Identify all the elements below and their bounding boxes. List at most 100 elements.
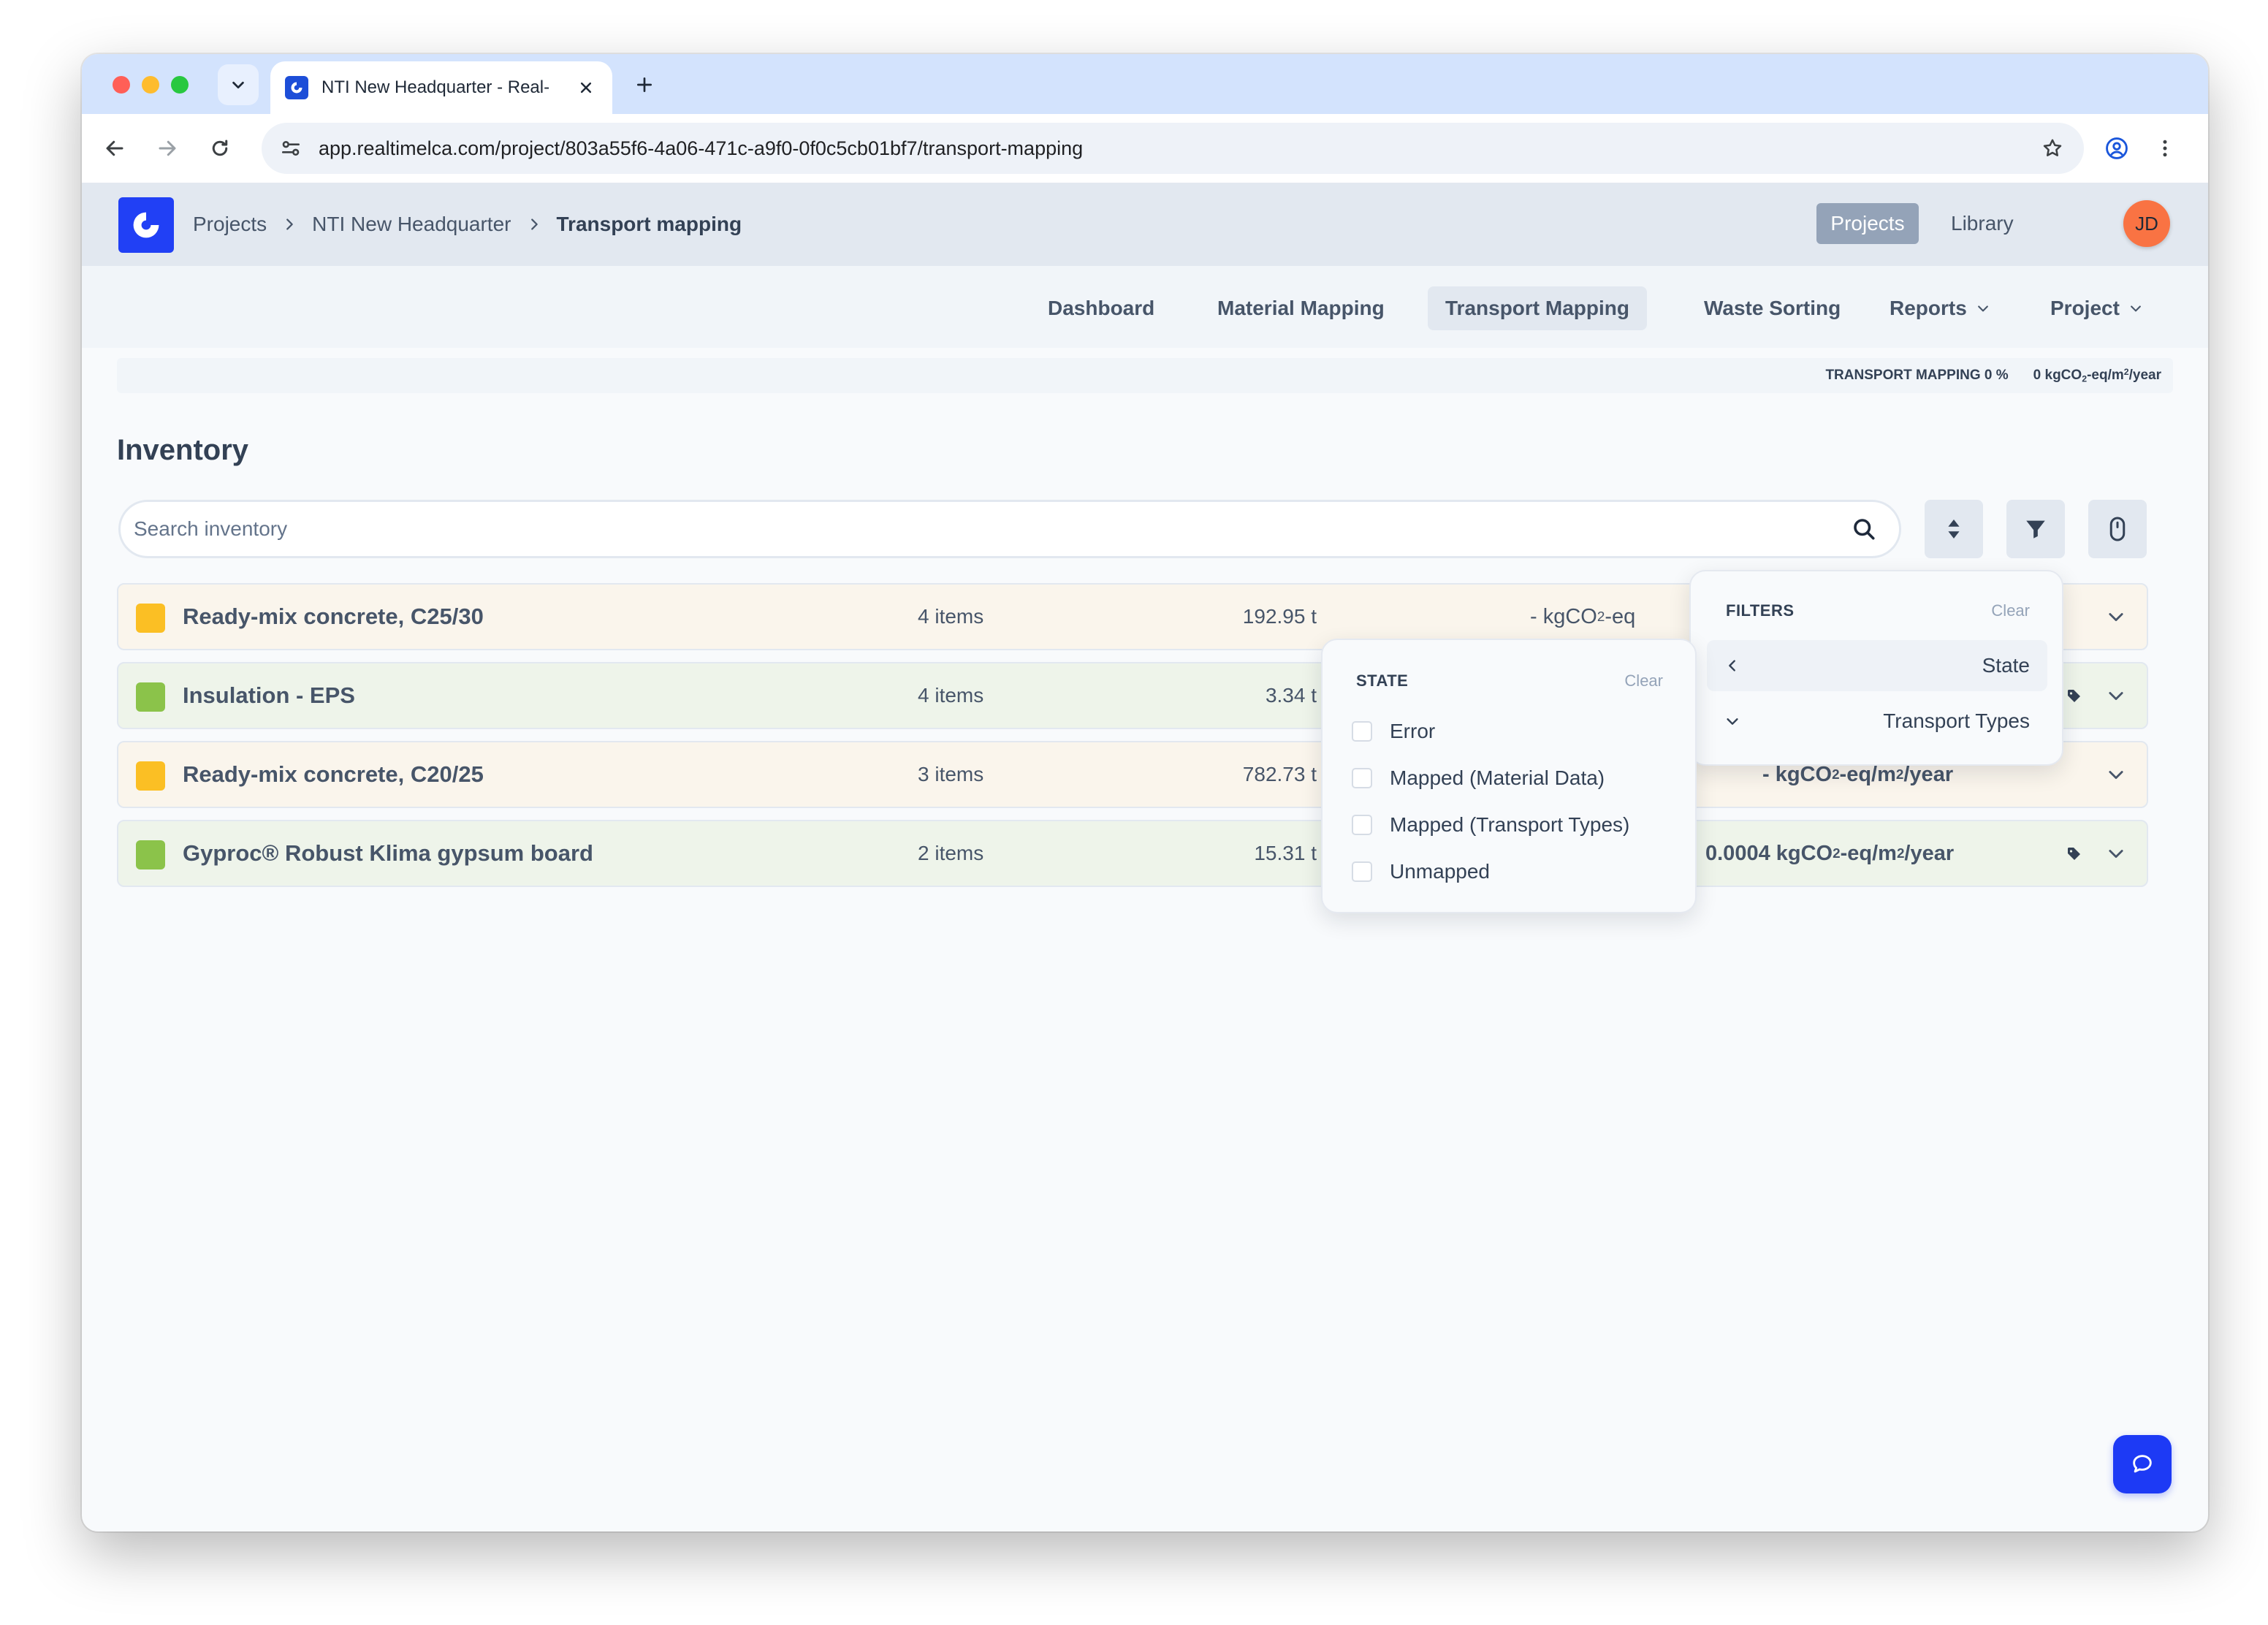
inventory-title: Inventory xyxy=(117,434,249,466)
chat-bubble-icon xyxy=(2133,1455,2152,1473)
co2-pre: 0.0004 kgCO xyxy=(1705,841,1833,865)
transport-mapping-progress: TRANSPORT MAPPING 0 % 0 kgCO2-eq/m2/year xyxy=(117,358,2173,393)
status-swatch xyxy=(136,761,165,791)
co2-mid: -eq/m xyxy=(1839,762,1896,786)
tab-reports[interactable]: Reports xyxy=(1872,286,2008,330)
state-filter-popover: STATE Clear Error Mapped (Material Data)… xyxy=(1321,639,1697,913)
display-options-button[interactable] xyxy=(2088,500,2147,558)
checkbox[interactable] xyxy=(1352,721,1372,742)
minimize-window-button[interactable] xyxy=(142,76,159,94)
co2-sub: 2 xyxy=(1597,609,1605,624)
checkbox[interactable] xyxy=(1352,815,1372,835)
tab-transport-mapping[interactable]: Transport Mapping xyxy=(1428,286,1647,330)
maximize-window-button[interactable] xyxy=(171,76,189,94)
tab-search-button[interactable] xyxy=(218,64,259,105)
tag-icon[interactable] xyxy=(2062,842,2087,867)
arrow-left-icon xyxy=(106,140,123,156)
emission-summary: 0 kgCO2-eq/m2/year xyxy=(2033,367,2161,384)
state-option-label: Error xyxy=(1390,720,1436,742)
close-window-button[interactable] xyxy=(113,76,130,94)
inventory-search[interactable] xyxy=(118,500,1901,558)
more-vertical-icon xyxy=(2163,140,2167,157)
row-item-count: 3 items xyxy=(918,763,984,785)
co2-post: -eq xyxy=(1605,604,1636,628)
app-logo-icon[interactable] xyxy=(118,197,174,253)
forward-button[interactable] xyxy=(149,130,186,167)
browser-window: NTI New Headquarter - Real- app.realtime… xyxy=(82,54,2208,1531)
filter-item-label: Transport Types xyxy=(1883,709,2030,732)
projects-nav-button[interactable]: Projects xyxy=(1816,203,1919,244)
row-item-count: 2 items xyxy=(918,842,984,864)
row-material-name: Ready-mix concrete, C25/30 xyxy=(183,604,484,629)
tab-project[interactable]: Project xyxy=(2033,286,2161,330)
expand-row-button[interactable] xyxy=(2100,758,2132,791)
breadcrumb-project[interactable]: NTI New Headquarter xyxy=(312,213,511,236)
tab-label: Material Mapping xyxy=(1217,297,1385,319)
tab-close-button[interactable] xyxy=(574,76,598,99)
tag-icon[interactable] xyxy=(2062,684,2087,709)
site-settings-icon xyxy=(282,141,300,156)
state-option-error[interactable]: Error xyxy=(1352,713,1435,750)
tab-waste-sorting[interactable]: Waste Sorting xyxy=(1686,286,1858,330)
chevron-down-icon xyxy=(1721,710,1743,732)
chevron-down-icon xyxy=(2128,301,2143,316)
row-mass: 15.31 t xyxy=(1254,842,1317,864)
account-circle-icon xyxy=(2106,137,2128,159)
filter-item-state[interactable]: State xyxy=(1707,640,2047,691)
state-option-unmapped[interactable]: Unmapped xyxy=(1352,853,1490,890)
chevron-right-icon xyxy=(526,216,542,232)
chevron-down-icon xyxy=(2109,613,2123,622)
expand-row-button[interactable] xyxy=(2100,680,2132,712)
co2-sub: 2 xyxy=(1832,766,1840,782)
progress-summary: TRANSPORT MAPPING 0 % 0 kgCO2-eq/m2/year xyxy=(1800,358,2161,393)
state-option-label: Unmapped xyxy=(1390,860,1490,883)
tab-dashboard[interactable]: Dashboard xyxy=(1030,286,1172,330)
app-header: Projects NTI New Headquarter Transport m… xyxy=(82,183,2208,266)
address-bar[interactable]: app.realtimelca.com/project/803a55f6-4a0… xyxy=(262,123,2084,174)
row-material-name: Gyproc® Robust Klima gypsum board xyxy=(183,840,593,866)
browser-tabstrip: NTI New Headquarter - Real- xyxy=(82,54,2208,114)
address-url: app.realtimelca.com/project/803a55f6-4a0… xyxy=(319,137,1084,159)
chat-support-button[interactable] xyxy=(2113,1435,2172,1493)
row-mass: 3.34 t xyxy=(1265,684,1317,707)
profile-button[interactable] xyxy=(2098,130,2135,167)
library-nav-link[interactable]: Library xyxy=(1951,203,2014,244)
filters-clear-button[interactable]: Clear xyxy=(1991,590,2030,631)
emission-tail: /year xyxy=(2128,368,2161,384)
project-subnav: Dashboard Material Mapping Transport Map… xyxy=(82,266,2208,348)
browser-menu-button[interactable] xyxy=(2147,130,2183,167)
reload-button[interactable] xyxy=(202,130,238,167)
back-button[interactable] xyxy=(96,130,133,167)
state-clear-button[interactable]: Clear xyxy=(1624,661,1663,701)
co2-mid: -eq/m xyxy=(1840,841,1897,865)
user-avatar[interactable]: JD xyxy=(2123,200,2170,247)
star-icon xyxy=(2043,139,2062,156)
expand-row-button[interactable] xyxy=(2100,601,2132,633)
filter-button[interactable] xyxy=(2006,500,2065,558)
plus-icon xyxy=(636,77,652,93)
tab-label: Reports xyxy=(1890,297,1967,319)
sort-button[interactable] xyxy=(1925,500,1983,558)
breadcrumb-projects[interactable]: Projects xyxy=(193,213,267,236)
checkbox[interactable] xyxy=(1352,861,1372,882)
search-input[interactable] xyxy=(134,517,1842,541)
filter-icon xyxy=(2026,520,2045,539)
checkbox[interactable] xyxy=(1352,768,1372,788)
emission-sup: 2 xyxy=(2123,367,2129,378)
filter-item-transport-types[interactable]: Transport Types xyxy=(1707,696,2047,747)
filters-title: FILTERS xyxy=(1726,601,1795,620)
filter-item-label: State xyxy=(1982,654,2030,677)
row-co2: 0.0004 kgCO 2 -eq/m 2/year xyxy=(1705,821,1954,886)
chevron-down-icon xyxy=(2109,692,2123,701)
bookmark-button[interactable] xyxy=(2034,130,2071,167)
new-tab-button[interactable] xyxy=(630,70,659,99)
state-option-mapped-transport[interactable]: Mapped (Transport Types) xyxy=(1352,807,1629,843)
inventory-row[interactable]: Gyproc® Robust Klima gypsum board 2 item… xyxy=(117,820,2148,887)
browser-tab-active[interactable]: NTI New Headquarter - Real- xyxy=(270,61,612,114)
state-option-mapped-material[interactable]: Mapped (Material Data) xyxy=(1352,760,1605,796)
tab-material-mapping[interactable]: Material Mapping xyxy=(1200,286,1402,330)
tab-label: Transport Mapping xyxy=(1445,297,1629,319)
row-material-name: Insulation - EPS xyxy=(183,682,355,708)
search-icon[interactable] xyxy=(1842,507,1886,551)
expand-row-button[interactable] xyxy=(2100,837,2132,869)
